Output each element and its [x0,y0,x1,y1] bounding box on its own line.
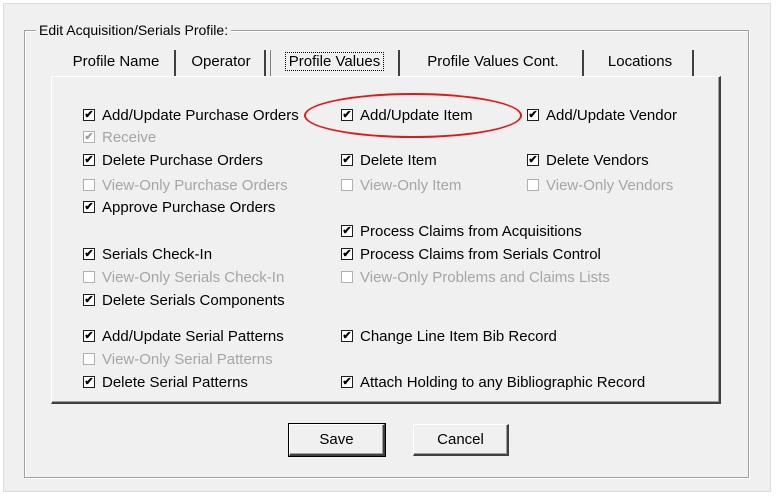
checkbox-label: Add/Update Vendor [546,107,677,124]
checkbox-label: Delete Vendors [546,152,649,169]
checkbox-label: View-Only Vendors [546,177,674,194]
checkmark-icon: ✔ [83,376,95,388]
tab-locations[interactable]: Locations [588,50,694,76]
checkmark-icon: ✔ [83,154,95,166]
cancel-button[interactable]: Cancel [413,424,509,456]
checkbox-box [527,179,539,191]
checkbox-label: View-Only Purchase Orders [102,177,288,194]
checkbox-label: Delete Item [360,152,437,169]
checkmark-icon: ✔ [341,248,353,260]
checkbox-label: Delete Serials Components [102,292,285,309]
checkmark-icon: ✔ [83,294,95,306]
checkbox-box [341,179,353,191]
save-button-label: Save [319,431,354,448]
checkmark-icon: ✔ [527,154,539,166]
checkbox-label: View-Only Item [360,177,462,194]
checkmark-icon: ✔ [83,248,95,260]
checkbox-label: Attach Holding to any Bibliographic Reco… [360,374,646,391]
checkbox-box [341,271,353,283]
checkmark-icon: ✔ [83,131,95,143]
checkbox-label: View-Only Problems and Claims Lists [360,269,610,286]
checkbox-label: Approve Purchase Orders [102,199,276,216]
checkbox-label: Serials Check-In [102,246,213,263]
checkmark-icon: ✔ [527,109,539,121]
tab-label: Profile Name [72,53,160,70]
tab-label: Operator [191,53,251,70]
checkbox-box [83,271,95,283]
checkbox-box [83,179,95,191]
checkmark-icon: ✔ [341,154,353,166]
checkbox-label: Delete Serial Patterns [102,374,248,391]
tab-label: Locations [607,53,673,70]
checkmark-icon: ✔ [341,376,353,388]
checkbox-label: Process Claims from Acquisitions [360,223,582,240]
tab-operator[interactable]: Operator [178,50,266,76]
tab-profile-values[interactable]: Profile Values [270,50,400,76]
checkmark-icon: ✔ [341,225,353,237]
tab-profile-name[interactable]: Profile Name [58,50,176,76]
checkbox-label: View-Only Serial Patterns [102,351,273,368]
tab-label: Profile Values [284,52,385,71]
checkbox-box [83,353,95,365]
checkbox-label: Add/Update Purchase Orders [102,107,299,124]
checkbox-label: Receive [102,129,157,146]
checkbox-label: View-Only Serials Check-In [102,269,285,286]
checkbox-label: Process Claims from Serials Control [360,246,601,263]
tab-label: Profile Values Cont. [427,53,559,70]
save-button[interactable]: Save [288,423,386,457]
checkbox-label: Add/Update Serial Patterns [102,328,284,345]
group-label: Edit Acquisition/Serials Profile: [36,22,232,38]
checkbox-label: Add/Update Item [360,107,473,124]
checkbox-label: Delete Purchase Orders [102,152,263,169]
checkmark-icon: ✔ [83,330,95,342]
checkmark-icon: ✔ [83,201,95,213]
checkmark-icon: ✔ [341,109,353,121]
tab-profile-values-cont[interactable]: Profile Values Cont. [404,50,584,76]
cancel-button-label: Cancel [437,431,484,448]
checkbox-label: Change Line Item Bib Record [360,328,557,345]
checkmark-icon: ✔ [341,330,353,342]
checkmark-icon: ✔ [83,109,95,121]
